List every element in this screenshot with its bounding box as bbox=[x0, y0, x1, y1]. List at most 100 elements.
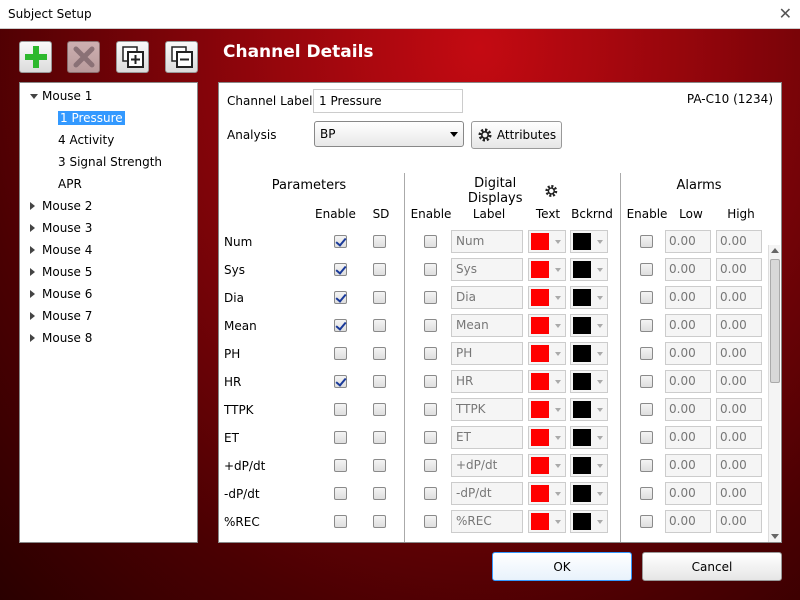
alarm-high-field[interactable]: 0.00 bbox=[716, 342, 762, 365]
expand-right-icon[interactable] bbox=[30, 246, 35, 254]
parameter-sd-checkbox[interactable] bbox=[373, 515, 386, 528]
text-color-picker[interactable] bbox=[528, 454, 566, 477]
parameter-enable-checkbox[interactable] bbox=[334, 347, 347, 360]
ok-button[interactable]: OK bbox=[492, 552, 632, 581]
tree-node-subject[interactable]: Mouse 7 bbox=[24, 306, 92, 326]
expand-right-icon[interactable] bbox=[30, 290, 35, 298]
display-label-field[interactable]: %REC bbox=[451, 510, 523, 533]
tree-node-subject[interactable]: Mouse 6 bbox=[24, 284, 92, 304]
display-enable-checkbox[interactable] bbox=[424, 487, 437, 500]
background-color-picker[interactable] bbox=[570, 258, 608, 281]
alarm-low-field[interactable]: 0.00 bbox=[665, 482, 711, 505]
display-label-field[interactable]: Num bbox=[451, 230, 523, 253]
display-enable-checkbox[interactable] bbox=[424, 515, 437, 528]
display-enable-checkbox[interactable] bbox=[424, 431, 437, 444]
text-color-picker[interactable] bbox=[528, 258, 566, 281]
alarm-low-field[interactable]: 0.00 bbox=[665, 426, 711, 449]
display-enable-checkbox[interactable] bbox=[424, 347, 437, 360]
scroll-up-icon[interactable] bbox=[771, 248, 779, 253]
display-label-field[interactable]: Dia bbox=[451, 286, 523, 309]
parameter-sd-checkbox[interactable] bbox=[373, 431, 386, 444]
display-label-field[interactable]: Sys bbox=[451, 258, 523, 281]
tree-node-subject[interactable]: Mouse 8 bbox=[24, 328, 92, 348]
background-color-picker[interactable] bbox=[570, 230, 608, 253]
parameter-enable-checkbox[interactable] bbox=[334, 291, 347, 304]
alarm-low-field[interactable]: 0.00 bbox=[665, 286, 711, 309]
expand-right-icon[interactable] bbox=[30, 334, 35, 342]
delete-subject-button[interactable] bbox=[67, 41, 100, 73]
display-label-field[interactable]: HR bbox=[451, 370, 523, 393]
display-enable-checkbox[interactable] bbox=[424, 319, 437, 332]
background-color-picker[interactable] bbox=[570, 286, 608, 309]
expand-right-icon[interactable] bbox=[30, 224, 35, 232]
alarm-high-field[interactable]: 0.00 bbox=[716, 398, 762, 421]
alarm-high-field[interactable]: 0.00 bbox=[716, 258, 762, 281]
parameter-enable-checkbox[interactable] bbox=[334, 431, 347, 444]
alarm-low-field[interactable]: 0.00 bbox=[665, 454, 711, 477]
alarm-enable-checkbox[interactable] bbox=[640, 291, 653, 304]
parameter-sd-checkbox[interactable] bbox=[373, 291, 386, 304]
background-color-picker[interactable] bbox=[570, 510, 608, 533]
display-label-field[interactable]: PH bbox=[451, 342, 523, 365]
alarm-enable-checkbox[interactable] bbox=[640, 263, 653, 276]
alarm-high-field[interactable]: 0.00 bbox=[716, 510, 762, 533]
tree-node-subject[interactable]: Mouse 4 bbox=[24, 240, 92, 260]
alarm-high-field[interactable]: 0.00 bbox=[716, 370, 762, 393]
alarm-low-field[interactable]: 0.00 bbox=[665, 370, 711, 393]
background-color-picker[interactable] bbox=[570, 426, 608, 449]
tree-node-subject[interactable]: Mouse 1 bbox=[24, 86, 92, 106]
alarm-high-field[interactable]: 0.00 bbox=[716, 314, 762, 337]
gear-icon[interactable] bbox=[544, 183, 559, 199]
background-color-picker[interactable] bbox=[570, 482, 608, 505]
scroll-down-icon[interactable] bbox=[771, 534, 779, 539]
parameter-sd-checkbox[interactable] bbox=[373, 403, 386, 416]
cancel-button[interactable]: Cancel bbox=[642, 552, 782, 581]
alarm-enable-checkbox[interactable] bbox=[640, 235, 653, 248]
background-color-picker[interactable] bbox=[570, 314, 608, 337]
parameter-enable-checkbox[interactable] bbox=[334, 235, 347, 248]
text-color-picker[interactable] bbox=[528, 230, 566, 253]
display-label-field[interactable]: +dP/dt bbox=[451, 454, 523, 477]
text-color-picker[interactable] bbox=[528, 482, 566, 505]
text-color-picker[interactable] bbox=[528, 510, 566, 533]
alarm-enable-checkbox[interactable] bbox=[640, 431, 653, 444]
parameter-sd-checkbox[interactable] bbox=[373, 319, 386, 332]
tree-node-subject[interactable]: Mouse 5 bbox=[24, 262, 92, 282]
parameter-sd-checkbox[interactable] bbox=[373, 375, 386, 388]
parameter-enable-checkbox[interactable] bbox=[334, 487, 347, 500]
display-label-field[interactable]: Mean bbox=[451, 314, 523, 337]
scrollbar[interactable] bbox=[768, 245, 780, 542]
text-color-picker[interactable] bbox=[528, 286, 566, 309]
close-icon[interactable]: ✕ bbox=[779, 4, 792, 23]
display-enable-checkbox[interactable] bbox=[424, 403, 437, 416]
display-enable-checkbox[interactable] bbox=[424, 235, 437, 248]
display-enable-checkbox[interactable] bbox=[424, 291, 437, 304]
background-color-picker[interactable] bbox=[570, 370, 608, 393]
background-color-picker[interactable] bbox=[570, 342, 608, 365]
tree-node-subject[interactable]: Mouse 3 bbox=[24, 218, 92, 238]
alarm-high-field[interactable]: 0.00 bbox=[716, 230, 762, 253]
display-enable-checkbox[interactable] bbox=[424, 263, 437, 276]
text-color-picker[interactable] bbox=[528, 342, 566, 365]
alarm-high-field[interactable]: 0.00 bbox=[716, 426, 762, 449]
alarm-enable-checkbox[interactable] bbox=[640, 375, 653, 388]
text-color-picker[interactable] bbox=[528, 314, 566, 337]
attributes-button[interactable]: Attributes bbox=[471, 121, 562, 149]
add-subject-button[interactable] bbox=[19, 41, 52, 73]
display-label-field[interactable]: ET bbox=[451, 426, 523, 449]
expand-right-icon[interactable] bbox=[30, 202, 35, 210]
display-label-field[interactable]: TTPK bbox=[451, 398, 523, 421]
alarm-low-field[interactable]: 0.00 bbox=[665, 342, 711, 365]
tree-node-subject[interactable]: Mouse 2 bbox=[24, 196, 92, 216]
parameter-enable-checkbox[interactable] bbox=[334, 459, 347, 472]
alarm-enable-checkbox[interactable] bbox=[640, 459, 653, 472]
tree-node-channel[interactable]: 4 Activity bbox=[58, 130, 114, 150]
background-color-picker[interactable] bbox=[570, 454, 608, 477]
parameter-enable-checkbox[interactable] bbox=[334, 375, 347, 388]
parameter-sd-checkbox[interactable] bbox=[373, 347, 386, 360]
alarm-low-field[interactable]: 0.00 bbox=[665, 510, 711, 533]
parameter-sd-checkbox[interactable] bbox=[373, 459, 386, 472]
text-color-picker[interactable] bbox=[528, 426, 566, 449]
parameter-enable-checkbox[interactable] bbox=[334, 319, 347, 332]
alarm-enable-checkbox[interactable] bbox=[640, 515, 653, 528]
